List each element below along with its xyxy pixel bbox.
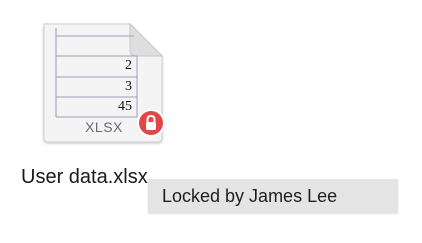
spreadsheet-file-icon[interactable]: 2 3 45 XLSX: [38, 20, 168, 146]
lock-tooltip: Locked by James Lee: [148, 179, 398, 213]
file-extension-label: XLSX: [85, 119, 123, 135]
cell-value: 2: [125, 58, 132, 73]
lock-icon: [139, 111, 163, 135]
file-name-label[interactable]: User data.xlsx: [21, 166, 148, 189]
cell-value: 3: [125, 79, 132, 94]
cell-value: 45: [118, 99, 132, 114]
tooltip-text: Locked by James Lee: [162, 186, 338, 206]
